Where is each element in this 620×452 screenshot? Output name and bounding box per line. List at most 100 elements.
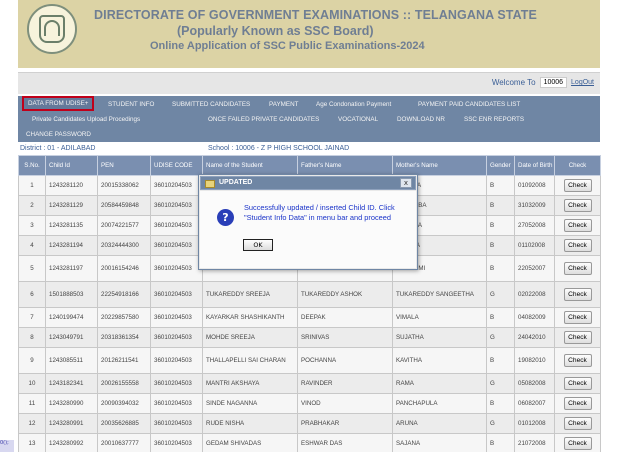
cell-gender: B [486,175,515,196]
check-button[interactable]: Check [563,354,592,367]
table-row: 8 1243049791 20318361354 36010204503 MOHDE S… [18,327,601,348]
cell-sno: 4 [18,235,46,256]
col-check: Check [554,155,601,176]
welcome-area: Welcome To 10006 LogOut [492,77,594,88]
cell-udise-code: 36010204503 [150,235,203,256]
cell-student-name: RUDE NISHA [202,413,298,434]
cell-child-id: 1240199474 [45,307,98,328]
cell-check: Check [554,373,601,394]
header-title: DIRECTORATE OF GOVERNMENT EXAMINATIONS :… [94,8,537,22]
cell-pen: 20318361354 [97,327,151,348]
cell-udise-code: 36010204503 [150,413,203,434]
close-icon[interactable]: x [400,178,412,188]
cell-pen: 20229857580 [97,307,151,328]
cell-check: Check [554,281,601,308]
cell-udise-code: 36010204503 [150,195,203,216]
col-father-name: Father's Name [297,155,393,176]
cell-child-id: 1243280992 [45,433,98,452]
school-label: School : [208,145,234,152]
cell-student-name: MOHDE SREEJA [202,327,298,348]
menu-private-candidates-upload[interactable]: Private Candidates Upload Procedings [32,116,140,123]
cell-check: Check [554,215,601,236]
menu-payment[interactable]: PAYMENT [269,101,299,108]
dialog-title: UPDATED [219,179,253,186]
menu-age-condonation-payment[interactable]: Age Condonation Payment [316,101,391,108]
col-dob: Date of Birth [514,155,555,176]
table-row: 9 1243085511 20126211541 36010204503 THALLAP… [18,347,601,374]
menu-vocational[interactable]: VOCATIONAL [338,116,378,123]
menu-payment-paid-candidates-list[interactable]: PAYMENT PAID CANDIDATES LIST [418,101,520,108]
check-button[interactable]: Check [563,262,592,275]
cell-check: Check [554,393,601,414]
cell-gender: B [486,195,515,216]
cell-dob: 06082007 [514,393,555,414]
cell-sno: 7 [18,307,46,328]
cell-udise-code: 36010204503 [150,373,203,394]
menu-submitted-candidates[interactable]: SUBMITTED CANDIDATES [172,101,250,108]
check-button[interactable]: Check [563,377,592,390]
cell-mother-name: PANCHAPULA [392,393,487,414]
user-id: 10006 [539,77,568,88]
check-button[interactable]: Check [563,239,592,252]
school-info: School : 10006 - Z P HIGH SCHOOL JAINAD [208,145,349,152]
cell-gender: B [486,235,515,256]
check-button[interactable]: Check [563,179,592,192]
check-button[interactable]: Check [563,397,592,410]
cell-udise-code: 36010204503 [150,215,203,236]
cell-pen: 20026155558 [97,373,151,394]
cell-student-name: THALLAPELLI SAI CHARAN [202,347,298,374]
cell-sno: 1 [18,175,46,196]
menu-bar: DATA FROM UDISE+ STUDENT INFO SUBMITTED … [18,96,600,142]
cell-mother-name: TUKAREDDY SANGEETHA [392,281,487,308]
table-row: 12 1243280991 20035626885 36010204503 RUDE N… [18,413,601,434]
cell-sno: 5 [18,255,46,282]
cell-mother-name: RAMA [392,373,487,394]
welcome-bar: Welcome To 10006 LogOut [18,72,600,94]
menu-data-from-udise[interactable]: DATA FROM UDISE+ [22,96,95,111]
cell-pen: 20090394032 [97,393,151,414]
logout-link[interactable]: LogOut [571,79,594,86]
cell-child-id: 1243281197 [45,255,98,282]
menu-ssc-enr-reports[interactable]: SSC ENR REPORTS [464,116,524,123]
cell-gender: B [486,255,515,282]
dialog-title-bar[interactable]: UPDATED x [200,176,416,190]
col-pen: PEN [97,155,151,176]
ok-button[interactable]: OK [243,239,273,251]
menu-once-failed-private-candidates[interactable]: ONCE FAILED PRIVATE CANDIDATES [208,116,319,123]
cell-check: Check [554,347,601,374]
cell-dob: 24042010 [514,327,555,348]
table-header-row: S.No. Child Id PEN UDISE CODE Name of th… [18,155,601,176]
cell-dob: 01092008 [514,175,555,196]
cell-udise-code: 36010204503 [150,327,203,348]
menu-download-nr[interactable]: DOWNLOAD NR [397,116,445,123]
check-button[interactable]: Check [563,437,592,450]
district-label: District : [20,145,46,152]
check-button[interactable]: Check [563,417,592,430]
table-row: 7 1240199474 20229857580 36010204503 KAYARKA… [18,307,601,328]
cell-mother-name: SUJATHA [392,327,487,348]
cell-dob: 31032009 [514,195,555,216]
status-corner-text: 0(); [0,440,14,452]
cell-sno: 12 [18,413,46,434]
check-button[interactable]: Check [563,331,592,344]
check-button[interactable]: Check [563,219,592,232]
menu-student-info[interactable]: STUDENT INFO [108,101,154,108]
cell-pen: 20015338062 [97,175,151,196]
cell-sno: 13 [18,433,46,452]
cell-gender: B [486,433,515,452]
menu-change-password[interactable]: CHANGE PASSWORD [26,131,91,138]
check-button[interactable]: Check [563,199,592,212]
cell-sno: 2 [18,195,46,216]
cell-udise-code: 36010204503 [150,255,203,282]
cell-check: Check [554,195,601,216]
cell-pen: 20074221577 [97,215,151,236]
col-sno: S.No. [18,155,46,176]
check-button[interactable]: Check [563,288,592,301]
check-button[interactable]: Check [563,311,592,324]
table-row: 10 1243182341 20026155558 36010204503 MANTRI… [18,373,601,394]
info-bar: District : 01 - ADILABAD School : 10006 … [18,142,600,155]
cell-check: Check [554,413,601,434]
dialog-body: ? Successfully updated / inserted Child … [200,191,416,268]
cell-pen: 22254918166 [97,281,151,308]
cell-child-id: 1243281129 [45,195,98,216]
